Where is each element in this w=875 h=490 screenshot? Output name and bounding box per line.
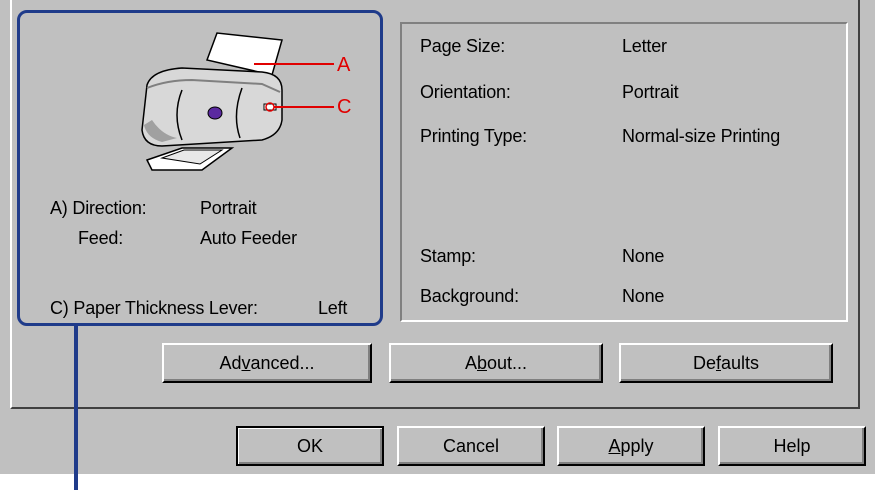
background-label: Background: <box>420 286 519 306</box>
cancel-button[interactable]: Cancel <box>397 426 545 466</box>
settings-summary-panel: Page Size: Letter Orientation: Portrait … <box>400 22 848 322</box>
callout-label-c: C <box>337 96 352 118</box>
feed-label: Feed: <box>78 228 124 248</box>
printing-type-label: Printing Type: <box>420 126 527 146</box>
stamp-value: None <box>622 246 665 266</box>
about-button[interactable]: Ab out... <box>389 343 603 383</box>
print-properties-dialog: A C A) Direction: Portrait Feed: Auto Fe… <box>0 0 875 474</box>
printer-preview-panel: A C A) Direction: Portrait Feed: Auto Fe… <box>22 10 382 325</box>
about-button-accel: b <box>476 352 487 373</box>
about-button-label-post: out... <box>487 352 528 373</box>
printing-type-value: Normal-size Printing <box>622 126 781 146</box>
advanced-button-label-post: anced... <box>250 352 315 373</box>
defaults-button[interactable]: De f aults <box>619 343 833 383</box>
apply-button[interactable]: Apply <box>557 426 705 466</box>
defaults-button-label-post: aults <box>721 352 760 373</box>
advanced-button[interactable]: Ad v anced... <box>162 343 372 383</box>
help-button-label: Help <box>773 435 811 456</box>
stamp-label: Stamp: <box>420 246 476 266</box>
page-size-value: Letter <box>622 36 667 56</box>
feed-value: Auto Feeder <box>200 228 297 248</box>
printer-illustration <box>141 32 334 171</box>
help-button[interactable]: Help <box>718 426 866 466</box>
paper-thickness-label: C) Paper Thickness Lever: <box>50 298 258 318</box>
direction-label: A) Direction: <box>50 198 147 218</box>
apply-button-accel: A <box>608 435 621 456</box>
orientation-label: Orientation: <box>420 82 511 102</box>
cancel-button-label: Cancel <box>442 435 500 456</box>
background-value: None <box>622 286 665 306</box>
paper-thickness-value: Left <box>318 298 348 318</box>
about-button-label-pre: A <box>464 352 477 373</box>
ok-button-label: OK <box>296 435 323 456</box>
advanced-button-accel: v <box>241 352 251 373</box>
callout-label-a: A <box>337 54 351 76</box>
callout-pointer-line <box>74 324 78 490</box>
page-size-label: Page Size: <box>420 36 506 56</box>
orientation-value: Portrait <box>622 82 679 102</box>
apply-button-label: pply <box>620 435 654 456</box>
direction-value: Portrait <box>200 198 257 218</box>
advanced-button-label-pre: Ad <box>219 352 242 373</box>
defaults-button-label-pre: De <box>692 352 716 373</box>
ok-button[interactable]: OK <box>236 426 384 466</box>
